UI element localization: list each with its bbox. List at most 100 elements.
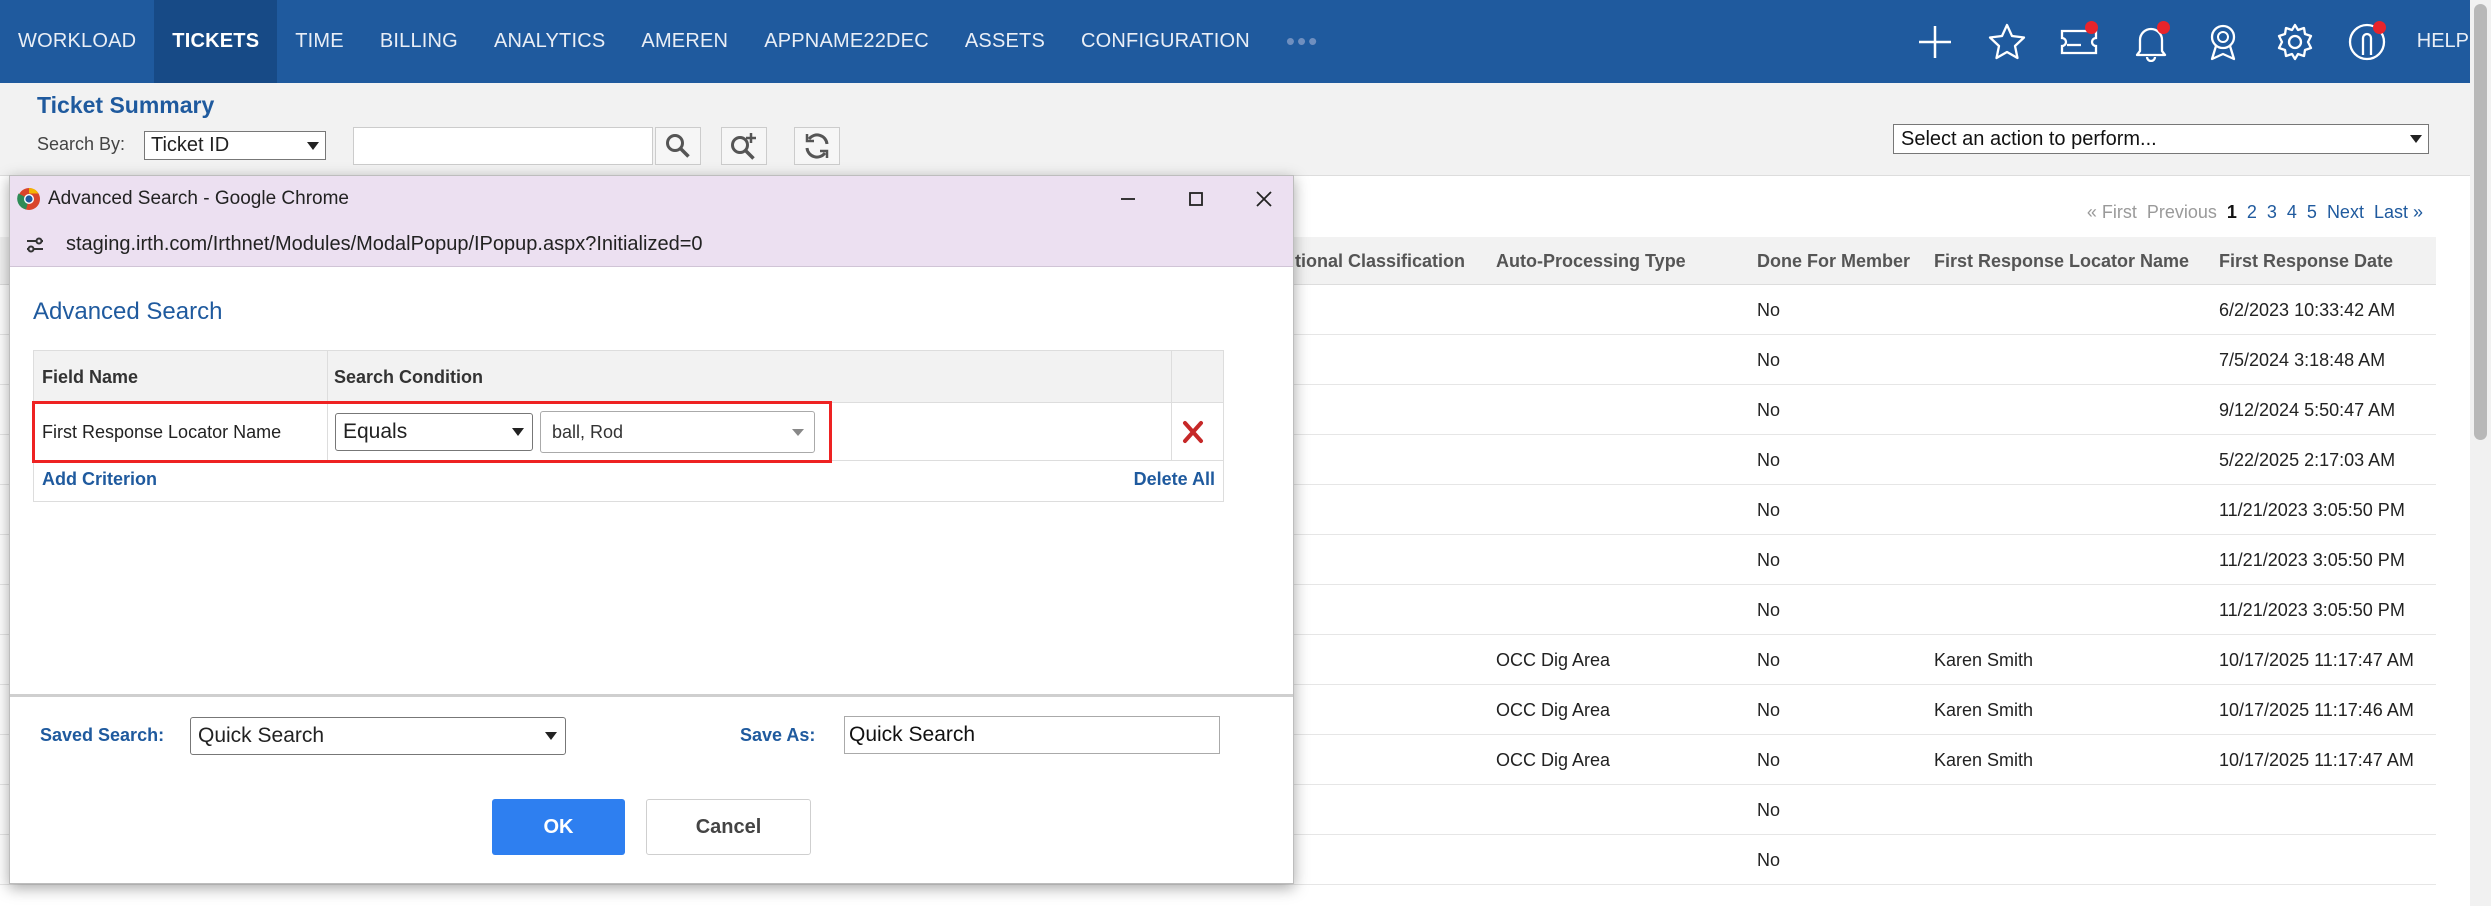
table-cell: No [1757,750,1781,770]
save-as-input[interactable] [844,716,1220,754]
pager-page[interactable]: 4 [2287,202,2297,223]
table-cell: No [1757,400,1781,420]
search-plus-icon [731,133,756,160]
chevron-down-icon [2410,135,2422,143]
minimize-icon [1121,197,1135,200]
refresh-icon [805,133,829,159]
column-header[interactable]: First Response Date [2219,251,2393,272]
table-cell: Karen Smith [1934,700,2034,720]
user-badge [2372,21,2386,34]
table-cell: No [1757,850,1781,870]
nav-billing[interactable]: BILLING [362,0,476,83]
window-titlebar[interactable]: Advanced Search - Google Chrome [10,176,1293,221]
pager-first: « First [2086,202,2137,222]
table-cell: 5/22/2025 2:17:03 AM [2219,450,2396,470]
table-cell: 6/2/2023 10:33:42 AM [2219,300,2396,320]
action-select-value: Select an action to perform... [1901,128,2157,150]
saved-search-select[interactable]: Quick Search [190,717,566,755]
nav-ameren[interactable]: AMEREN [623,0,746,83]
column-header[interactable]: Done For Member [1757,251,1910,272]
ticket-badge [2084,21,2098,34]
table-cell: OCC Dig Area [1496,650,1611,670]
delete-all-link[interactable]: Delete All [1134,469,1215,490]
pager-page[interactable]: 5 [2307,202,2317,223]
table-cell: 11/21/2023 3:05:50 PM [2219,600,2405,620]
table-cell: 11/21/2023 3:05:50 PM [2219,500,2405,520]
window-title: Advanced Search - Google Chrome [48,188,349,209]
maximize-button[interactable] [1164,176,1228,221]
table-cell: Karen Smith [1934,650,2034,670]
table-cell: No [1757,600,1781,620]
page-scrollbar[interactable] [2470,0,2491,906]
search-icon [666,134,690,158]
plus-icon[interactable] [1899,0,1971,83]
bell-badge [2156,21,2170,34]
pager-page[interactable]: 2 [2247,202,2257,223]
star-icon[interactable] [1971,0,2043,83]
table-cell: No [1757,550,1781,570]
table-cell: 10/17/2025 11:17:47 AM [2219,750,2414,770]
nav-icons: HELP [1899,0,2491,83]
url-bar[interactable]: staging.irth.com/Irthnet/Modules/ModalPo… [10,221,1293,267]
search-condition-header: Search Condition [334,367,484,387]
criteria-header: Field Name Search Condition [34,351,1223,403]
column-divider [327,403,328,461]
pager: « First Previous 1 2 3 4 5 Next Last » [2087,202,2423,223]
pager-next[interactable]: Next [2327,202,2364,223]
pager-last[interactable]: Last » [2374,202,2423,223]
search-by-value: Ticket ID [151,134,230,156]
table-cell: 11/21/2023 3:05:50 PM [2219,550,2405,570]
column-divider [1171,403,1172,461]
page-title: Ticket Summary [37,92,215,118]
table-cell: No [1757,450,1781,470]
nav-more[interactable]: ••• [1268,0,1337,83]
column-header[interactable]: Auto-Processing Type [1496,251,1686,272]
nav-time[interactable]: TIME [277,0,362,83]
column-divider [327,351,328,403]
chevron-down-icon[interactable] [792,429,804,436]
scrollbar-thumb[interactable] [2474,4,2487,440]
modal-divider [10,694,1293,697]
award-icon[interactable] [2187,0,2259,83]
close-icon [1256,190,1272,207]
nav-analytics[interactable]: ANALYTICS [476,0,623,83]
cancel-button[interactable]: Cancel [646,799,811,855]
ok-button[interactable]: OK [492,799,625,855]
nav-configuration[interactable]: CONFIGURATION [1063,0,1268,83]
delete-criterion-icon[interactable] [1180,419,1206,445]
nav-appname22dec[interactable]: APPNAME22DEC [746,0,947,83]
condition-select[interactable]: Equals [335,413,533,451]
nav-workload[interactable]: WORKLOAD [0,0,154,83]
search-by-select[interactable]: Ticket ID [144,131,326,160]
nav-assets[interactable]: ASSETS [947,0,1063,83]
criteria-table: Field Name Search Condition First Respon… [32,350,1224,502]
main-menu: WORKLOAD TICKETS TIME BILLING ANALYTICS … [0,0,1337,83]
chevron-down-icon [307,142,319,150]
table-cell: 9/12/2024 5:50:47 AM [2219,400,2396,420]
nav-tickets[interactable]: TICKETS [154,0,278,83]
column-header[interactable]: First Response Locator Name [1934,251,2189,272]
pager-page: 1 [2226,202,2237,222]
search-input[interactable] [353,127,653,165]
ticket-icon[interactable] [2043,0,2115,83]
minimize-button[interactable] [1096,176,1160,221]
add-criterion-link[interactable]: Add Criterion [42,469,157,490]
advanced-search-button[interactable] [721,127,767,165]
column-header[interactable]: itional Classification [1290,251,1465,272]
pager-page[interactable]: 3 [2267,202,2277,223]
site-settings-icon[interactable] [24,234,46,256]
action-select[interactable]: Select an action to perform... [1893,124,2429,154]
close-button[interactable] [1232,176,1296,221]
criterion-row: First Response Locator Name Equals ball,… [32,401,1223,463]
criterion-field-name: First Response Locator Name [42,422,282,442]
user-icon[interactable] [2331,0,2403,83]
criterion-value-combobox[interactable]: ball, Rod [540,411,815,453]
criterion-value: ball, Rod [552,422,624,442]
table-cell: 10/17/2025 11:17:46 AM [2219,700,2414,720]
app-logo-icon [17,188,40,210]
gear-icon[interactable] [2259,0,2331,83]
bell-icon[interactable] [2115,0,2187,83]
refresh-button[interactable] [794,127,840,165]
search-button[interactable] [655,127,701,165]
ticket-summary-header: Ticket Summary Search By: Ticket ID Sele… [0,83,2470,176]
